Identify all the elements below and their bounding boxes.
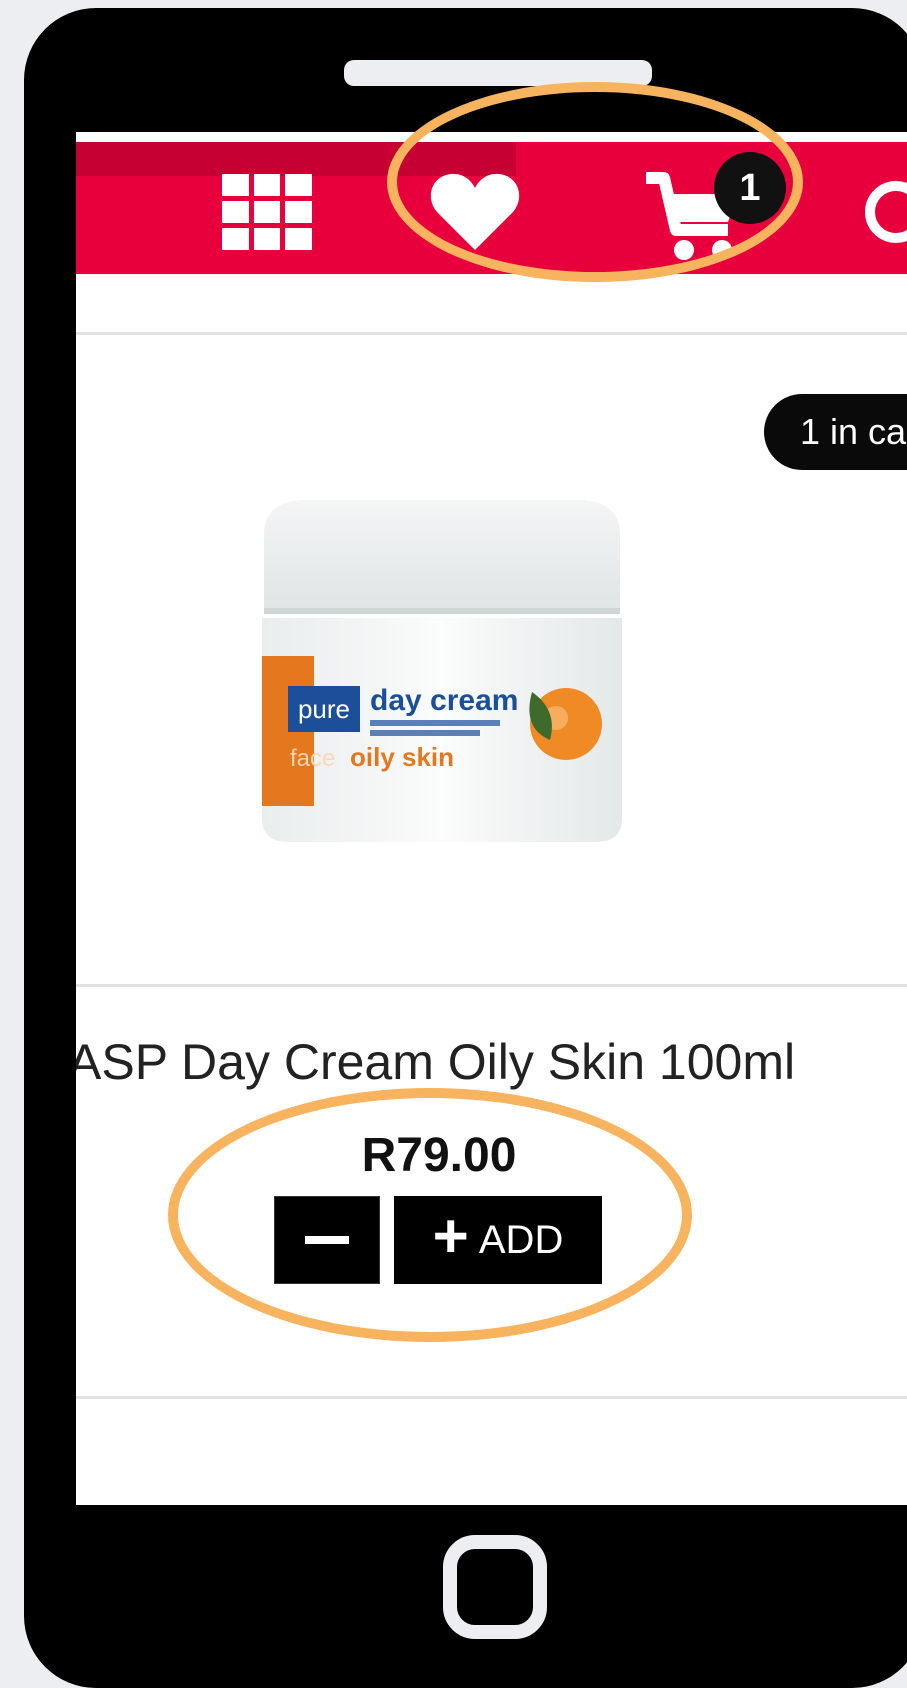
minus-icon bbox=[305, 1236, 349, 1244]
add-to-cart-button[interactable]: + ADD bbox=[394, 1196, 602, 1284]
plus-icon: + bbox=[432, 1202, 469, 1271]
product-image-face: face bbox=[290, 745, 335, 772]
in-cart-badge: 1 in cart bbox=[764, 394, 907, 470]
brand-logo: pure bbox=[298, 694, 350, 724]
top-navigation-bar: 1 bbox=[76, 142, 907, 274]
home-button[interactable] bbox=[443, 1535, 547, 1639]
divider bbox=[76, 332, 907, 335]
product-name[interactable]: ASP Day Cream Oily Skin 100ml bbox=[76, 1032, 907, 1092]
product-price: R79.00 bbox=[361, 1129, 517, 1182]
app-screen: 1 1 in cart bbox=[76, 132, 907, 1505]
add-button-label: ADD bbox=[478, 1218, 564, 1262]
search-icon[interactable] bbox=[856, 172, 907, 252]
heart-icon[interactable] bbox=[429, 170, 521, 254]
divider bbox=[76, 984, 907, 987]
grid-icon[interactable] bbox=[222, 174, 312, 250]
cart-count-badge: 1 bbox=[714, 152, 786, 224]
decrease-quantity-button[interactable] bbox=[274, 1196, 380, 1284]
phone-speaker bbox=[344, 60, 652, 86]
product-image-skin: oily skin bbox=[350, 742, 454, 772]
product-image-title: day cream bbox=[370, 684, 518, 717]
phone-frame: 1 1 in cart bbox=[24, 8, 907, 1688]
product-image[interactable]: pure day cream face oily skin bbox=[232, 496, 652, 848]
divider bbox=[76, 1396, 907, 1399]
